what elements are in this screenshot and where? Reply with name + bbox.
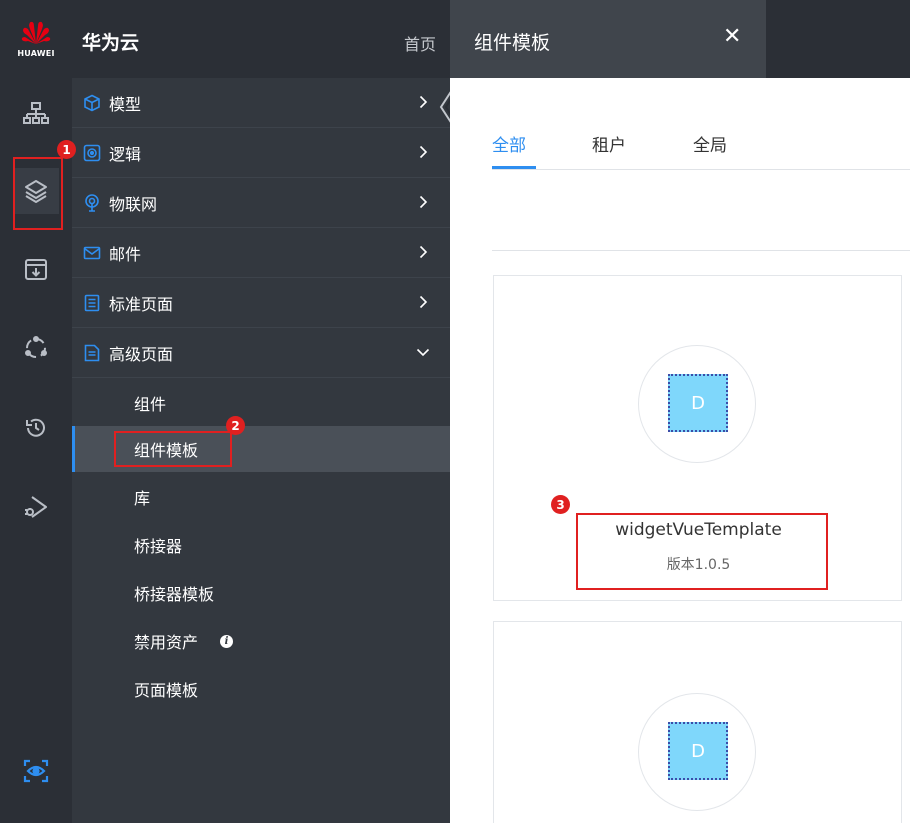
menu-header: 华为云 首页 [72,0,450,78]
rail-preview[interactable] [13,748,59,794]
template-thumbnail: D [638,693,756,811]
brand-title: 华为云 [82,32,140,54]
icon-rail: HUAWEI [0,0,72,823]
doc-page-icon [82,343,102,363]
sub-item-page-template[interactable]: 页面模板 [72,666,450,712]
rail-integration[interactable] [13,325,59,371]
menu-item-mail[interactable]: 邮件 [72,228,450,278]
play-debug-icon [25,496,47,518]
template-thumbnail: D [638,345,756,463]
rail-download[interactable] [13,246,59,292]
menu-item-label: 物联网 [109,194,158,214]
sub-item-label: 桥接器 [134,537,183,556]
rail-debug[interactable] [13,484,59,530]
step-badge-2: 2 [226,416,245,435]
sub-item-label: 页面模板 [134,681,199,700]
history-icon [26,418,45,437]
mail-icon [82,243,102,263]
filter-tab-global[interactable]: 全局 [693,131,727,156]
list-page-icon [82,293,102,313]
menu-item-label: 邮件 [109,244,142,264]
tab-component-template[interactable]: 组件模板 ✕ [450,0,766,78]
chevron-right-icon [416,192,430,212]
sub-item-label: 库 [134,489,151,508]
step-badge-3: 3 [551,495,570,514]
chevron-right-icon [416,292,430,312]
chevron-right-icon [416,92,430,112]
sub-item-label: 禁用资产 [134,633,199,652]
sub-item-label: 组件 [134,395,167,414]
sub-item-label: 桥接器模板 [134,585,215,604]
tab-divider [492,169,910,170]
chevron-down-icon [416,342,430,362]
cube-icon [82,93,102,113]
step-badge-1: 1 [57,140,76,159]
toolbar-divider [492,250,910,251]
info-icon[interactable]: i [220,634,234,648]
menu-item-label: 逻辑 [109,144,142,164]
home-link[interactable]: 首页 [404,31,436,55]
broadcast-icon [82,193,102,213]
sub-item-bridge-template[interactable]: 桥接器模板 [72,570,450,616]
scan-eye-icon [23,759,49,783]
target-icon [82,143,102,163]
tab-title: 组件模板 [474,32,551,54]
filter-tab-tenant[interactable]: 租户 [592,131,626,156]
template-letter-icon: D [668,722,728,780]
menu-item-label: 模型 [109,94,142,114]
menu-item-label: 标准页面 [109,294,174,314]
chevron-right-icon [416,242,430,262]
nodes-circle-icon [25,336,47,358]
menu-item-standard-page[interactable]: 标准页面 [72,278,450,328]
huawei-logo-icon [21,21,51,44]
step-2-highlight [114,431,232,467]
org-tree-icon [23,102,49,124]
menu-item-iot[interactable]: 物联网 [72,178,450,228]
menu-item-model[interactable]: 模型 [72,78,450,128]
menu-item-advanced-page[interactable]: 高级页面 [72,328,450,378]
logo-text: HUAWEI [17,49,55,58]
rail-structure[interactable] [13,90,59,136]
template-letter-icon: D [668,374,728,432]
top-bar: 组件模板 ✕ [450,0,910,78]
chevron-right-icon [416,142,430,162]
download-box-icon [25,259,47,280]
sub-item-bridge[interactable]: 桥接器 [72,522,450,568]
huawei-logo: HUAWEI [0,0,72,78]
sub-item-library[interactable]: 库 [72,474,450,520]
menu-item-logic[interactable]: 逻辑 [72,128,450,178]
main-content: 全部 租户 全局 D widgetVueTemplate 版本1.0.5 D [450,78,910,823]
sub-item-disabled-assets[interactable]: 禁用资产 i [72,618,450,664]
menu-item-label: 高级页面 [109,344,174,364]
side-menu: 华为云 首页 模型 逻辑 物联网 邮件 标准页面 高级页面 组件 组件模板 库 … [72,0,450,823]
filter-tab-all[interactable]: 全部 [492,131,526,156]
rail-history[interactable] [13,405,59,451]
sub-item-component[interactable]: 组件 [72,380,450,426]
step-3-highlight [576,513,828,590]
template-card[interactable]: D [493,621,902,823]
step-1-highlight [13,157,63,230]
close-icon[interactable]: ✕ [723,26,741,48]
